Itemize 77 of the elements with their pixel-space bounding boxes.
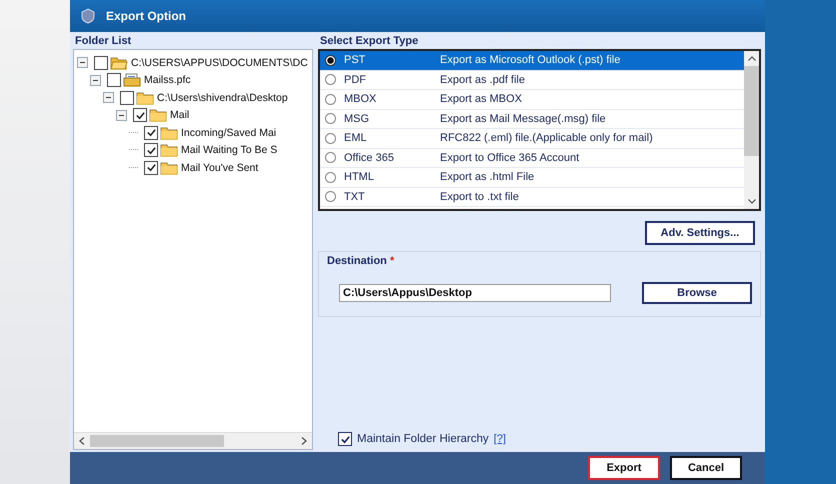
vertical-scrollbar[interactable] <box>744 51 759 209</box>
folder-icon <box>160 160 178 175</box>
radio-button[interactable] <box>325 113 336 124</box>
checkbox[interactable] <box>338 432 352 446</box>
app-icon <box>80 8 96 24</box>
export-type-row[interactable]: EML RFC822 (.eml) file.(Applicable only for mail) <box>320 129 744 148</box>
export-type-row[interactable]: MSG Export as Mail Message(.msg) file <box>320 110 744 129</box>
collapse-icon[interactable] <box>103 92 114 104</box>
cancel-button[interactable]: Cancel <box>670 456 742 480</box>
tree-item[interactable]: Mail Waiting To Be S <box>181 144 278 156</box>
radio-button[interactable] <box>325 152 336 164</box>
tree-item[interactable]: C:\Users\shivendra\Desktop <box>157 92 288 104</box>
tree-item[interactable]: Mail You've Sent <box>181 162 258 174</box>
checkbox[interactable] <box>133 108 147 122</box>
window-title: Export Option <box>106 9 186 23</box>
format-name: TXT <box>344 190 366 203</box>
format-description: Export as Microsoft Outlook (.pst) file <box>440 54 622 66</box>
tree-item[interactable]: C:\USERS\APPUS\DOCUMENTS\DC <box>131 56 308 69</box>
export-type-row[interactable]: PDF Export as .pdf file <box>320 70 744 90</box>
radio-button[interactable] <box>325 172 336 183</box>
file-stack-icon <box>123 73 141 88</box>
checkbox[interactable] <box>107 73 121 88</box>
format-description: Export to .txt file <box>440 190 520 203</box>
collapse-icon[interactable] <box>77 57 88 68</box>
export-type-row[interactable]: PST Export as Microsoft Outlook (.pst) file <box>320 51 744 70</box>
export-type-row[interactable]: MBOX Export as MBOX <box>320 90 744 110</box>
open-folder-icon <box>110 56 128 70</box>
format-name: PST <box>344 54 366 66</box>
format-name: HTML <box>344 171 375 184</box>
radio-button[interactable] <box>325 132 336 144</box>
browse-button[interactable]: Browse <box>642 282 752 304</box>
folder-icon <box>136 90 154 105</box>
checkbox[interactable] <box>144 160 158 175</box>
format-description: Export as .pdf file <box>440 74 526 86</box>
checkbox-label: Maintain Folder Hierarchy <box>357 433 489 445</box>
export-type-row[interactable]: TXT Export to .txt file <box>320 188 744 207</box>
section-label: Folder List <box>74 34 132 49</box>
format-name: MBOX <box>344 93 378 106</box>
tree-item[interactable]: Incoming/Saved Mai <box>181 126 276 139</box>
format-name: MSG <box>344 112 370 125</box>
format-name: PDF <box>344 74 367 86</box>
radio-button[interactable] <box>325 54 336 66</box>
checkbox[interactable] <box>144 126 158 140</box>
destination-field[interactable]: C:\Users\Appus\Desktop <box>339 284 611 302</box>
format-description: RFC822 (.eml) file.(Applicable only for mail) <box>440 132 654 144</box>
tree-item[interactable]: Mailss.pfc <box>144 74 191 86</box>
horizontal-scrollbar[interactable] <box>74 432 312 449</box>
format-description: Export as Mail Message(.msg) file <box>440 112 607 125</box>
section-label: Select Export Type <box>319 34 420 49</box>
scroll-right-icon[interactable] <box>301 437 307 445</box>
format-description: Export as .html File <box>440 171 536 184</box>
checkbox[interactable] <box>120 90 134 105</box>
folder-icon <box>149 108 167 122</box>
format-name: EML <box>344 132 368 144</box>
folder-icon <box>160 126 178 140</box>
format-name: Office 365 <box>344 152 395 164</box>
scroll-down-icon[interactable] <box>748 199 756 204</box>
export-type-row[interactable]: Office 365 Export to Office 365 Account <box>320 148 744 168</box>
collapse-icon[interactable] <box>116 110 127 121</box>
radio-button[interactable] <box>325 74 336 86</box>
format-description: Export to Office 365 Account <box>440 152 580 164</box>
checkbox[interactable] <box>144 143 158 158</box>
export-type-row[interactable]: HTML Export as .html File <box>320 168 744 188</box>
required-mark: * <box>390 255 394 267</box>
radio-button[interactable] <box>325 191 336 202</box>
folder-icon <box>160 143 178 158</box>
collapse-icon[interactable] <box>90 74 101 86</box>
scroll-left-icon[interactable] <box>79 437 85 445</box>
adv-settings-button[interactable]: Adv. Settings... <box>645 221 755 245</box>
help-link[interactable]: [?] <box>494 433 506 445</box>
checkbox[interactable] <box>94 56 108 70</box>
radio-button[interactable] <box>325 94 336 105</box>
tree-item[interactable]: Mail <box>170 109 190 122</box>
destination-label: Destination <box>327 255 387 267</box>
format-description: Export as MBOX <box>440 93 523 106</box>
scroll-up-icon[interactable] <box>748 56 756 61</box>
export-button[interactable]: Export <box>588 456 660 480</box>
